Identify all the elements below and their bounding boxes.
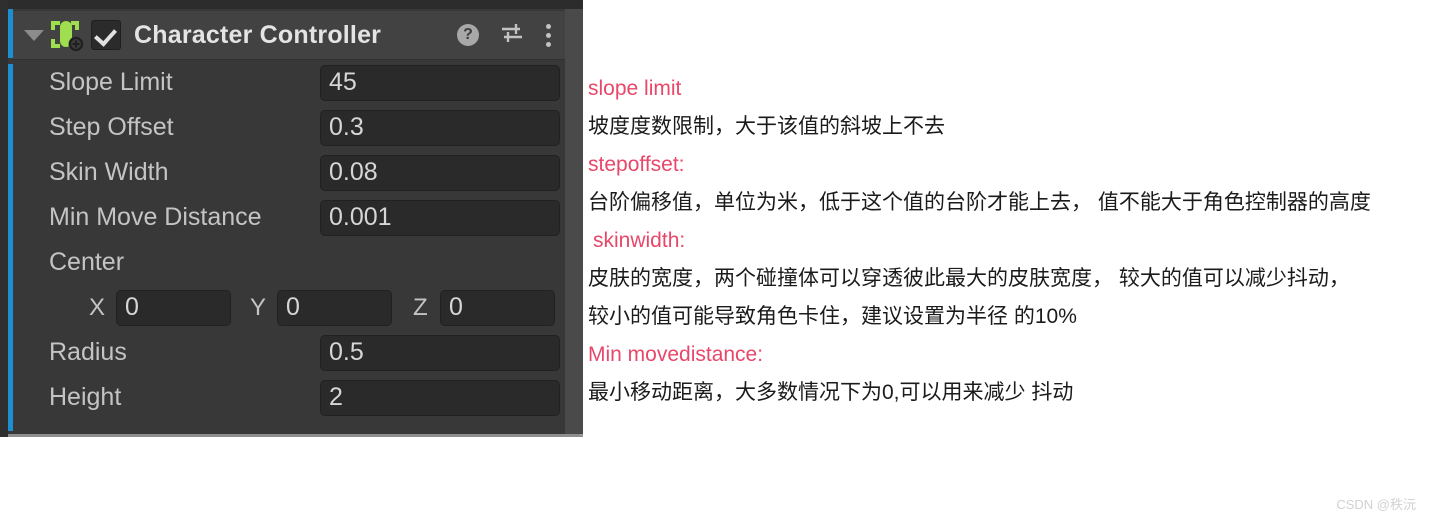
annotation-heading-min-move-distance: Min movedistance: (588, 343, 764, 366)
annotation-column: slope limit 坡度度数限制，大于该值的斜坡上不去 stepoffset… (588, 70, 1418, 412)
panel-right-border (565, 9, 583, 434)
min-move-distance-input[interactable]: 0.001 (320, 199, 560, 236)
watermark: CSDN @秩沅 (1336, 497, 1416, 512)
center-y-input[interactable]: 0 (277, 289, 392, 326)
axis-value: 0 (449, 293, 463, 321)
property-label: Min Move Distance (49, 203, 262, 231)
property-label: Skin Width (49, 158, 169, 186)
property-row-skin-width[interactable]: Skin Width 0.08 (13, 150, 565, 195)
axis-value: 0 (125, 293, 139, 321)
annotation-heading-step-offset: stepoffset: (588, 153, 685, 176)
center-vector3-row: X 0 Y 0 Z 0 (13, 285, 565, 330)
annotation-body-step-offset: 台阶偏移值，单位为米，低于这个值的台阶才能上去， 值不能大于角色控制器的高度 (588, 191, 1371, 214)
center-z-input[interactable]: 0 (440, 289, 555, 326)
property-label: Height (49, 383, 122, 411)
property-row-radius[interactable]: Radius 0.5 (13, 330, 565, 375)
annotation-body-skin-width-line2: 较小的值可能导致角色卡住，建议设置为半径 的10% (588, 305, 1077, 328)
axis-label-y: Y (250, 293, 267, 321)
axis-value: 0 (286, 293, 300, 321)
property-row-center: Center (13, 240, 565, 285)
property-value: 0.001 (329, 203, 392, 231)
axis-label-x: X (89, 293, 106, 321)
component-enabled-checkbox[interactable] (91, 20, 121, 50)
header-icon-group: ? (457, 22, 551, 49)
caret-down-icon[interactable] (21, 29, 47, 41)
checkmark-icon (93, 23, 118, 47)
property-label: Slope Limit (49, 68, 173, 96)
component-title: Character Controller (134, 20, 382, 49)
property-row-height[interactable]: Height 2 (13, 375, 565, 420)
center-x-input[interactable]: 0 (116, 289, 231, 326)
property-value: 2 (329, 383, 343, 411)
preset-sliders-icon[interactable] (500, 22, 524, 49)
step-offset-input[interactable]: 0.3 (320, 109, 560, 146)
panel-top-band (0, 0, 583, 9)
component-header[interactable]: Character Controller ? (13, 11, 565, 60)
panel-left-gutter (0, 0, 8, 437)
slope-limit-input[interactable]: 45 (320, 64, 560, 101)
property-label: Radius (49, 338, 127, 366)
property-row-step-offset[interactable]: Step Offset 0.3 (13, 105, 565, 150)
annotation-heading-slope-limit: slope limit (588, 77, 682, 100)
help-icon[interactable]: ? (457, 24, 479, 46)
radius-input[interactable]: 0.5 (320, 334, 560, 371)
property-row-slope-limit[interactable]: Slope Limit 45 (13, 60, 565, 105)
annotation-body-skin-width-line1: 皮肤的宽度，两个碰撞体可以穿透彼此最大的皮肤宽度， 较大的值可以减少抖动， (588, 267, 1350, 290)
annotation-body-min-move-distance: 最小移动距离，大多数情况下为0,可以用来减少 抖动 (588, 381, 1074, 404)
property-value: 0.08 (329, 158, 378, 186)
property-label: Center (49, 248, 125, 276)
property-value: 0.5 (329, 338, 364, 366)
skin-width-input[interactable]: 0.08 (320, 154, 560, 191)
annotation-body-slope-limit: 坡度度数限制，大于该值的斜坡上不去 (588, 115, 945, 138)
property-value: 45 (329, 68, 357, 96)
kebab-menu-icon[interactable] (545, 23, 551, 47)
property-row-min-move-distance[interactable]: Min Move Distance 0.001 (13, 195, 565, 240)
axis-label-z: Z (413, 293, 428, 321)
property-value: 0.3 (329, 113, 364, 141)
property-label: Step Offset (49, 113, 174, 141)
character-controller-icon (49, 18, 85, 52)
height-input[interactable]: 2 (320, 379, 560, 416)
character-controller-inspector-panel: Character Controller ? Slope Limit 45 St… (0, 0, 583, 437)
property-list: Slope Limit 45 Step Offset 0.3 Skin Widt… (13, 60, 565, 420)
annotation-heading-skin-width: skinwidth: (593, 229, 686, 252)
